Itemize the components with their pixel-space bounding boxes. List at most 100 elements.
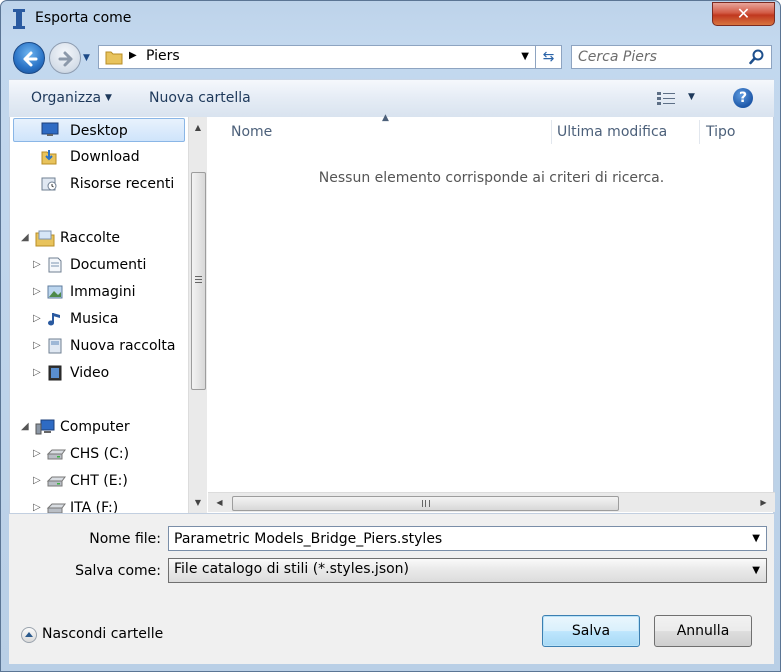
download-folder-icon bbox=[41, 150, 57, 165]
collapse-arrow-icon[interactable]: ◢ bbox=[21, 227, 29, 249]
scroll-right-icon[interactable]: ▶ bbox=[755, 495, 772, 511]
expand-arrow-icon[interactable]: ▷ bbox=[33, 470, 41, 492]
file-name-combo[interactable]: ▼ bbox=[168, 526, 767, 551]
sidebar-item-download[interactable]: Download bbox=[13, 145, 185, 169]
help-icon[interactable]: ? bbox=[733, 88, 753, 108]
column-divider[interactable] bbox=[699, 120, 700, 144]
sidebar-item-drive-f[interactable]: ▷ ITA (F:) bbox=[13, 496, 185, 513]
expand-arrow-icon[interactable]: ▷ bbox=[33, 362, 41, 384]
search-input[interactable] bbox=[578, 48, 748, 66]
library-icon bbox=[48, 338, 62, 354]
sidebar-item-label: ITA (F:) bbox=[70, 500, 119, 513]
expand-arrow-icon[interactable]: ▷ bbox=[33, 254, 41, 276]
sidebar-item-drive-c[interactable]: ▷ CHS (C:) bbox=[13, 442, 185, 466]
column-header-name[interactable]: Nome bbox=[231, 117, 272, 147]
sidebar-item-music[interactable]: ▷ Musica bbox=[13, 307, 185, 331]
grip-icon bbox=[422, 500, 430, 507]
recent-places-icon bbox=[41, 177, 57, 191]
view-options-dropdown-icon[interactable]: ▼ bbox=[688, 92, 695, 102]
search-icon[interactable] bbox=[749, 49, 765, 65]
new-folder-button[interactable]: Nuova cartella bbox=[149, 90, 251, 106]
scroll-up-icon[interactable]: ▲ bbox=[189, 119, 207, 136]
forward-button[interactable] bbox=[49, 42, 81, 74]
refresh-button[interactable]: ⇆ bbox=[536, 45, 562, 69]
sidebar-item-desktop[interactable]: Desktop bbox=[13, 118, 185, 142]
back-button[interactable] bbox=[13, 42, 45, 74]
expand-arrow-icon[interactable]: ▷ bbox=[33, 335, 41, 357]
column-header-modified[interactable]: Ultima modifica bbox=[557, 117, 667, 147]
view-options-icon[interactable] bbox=[656, 91, 676, 107]
expand-arrow-icon[interactable]: ▷ bbox=[33, 308, 41, 330]
expand-arrow-icon[interactable]: ▷ bbox=[33, 281, 41, 303]
sort-ascending-icon: ▲ bbox=[382, 113, 389, 123]
sidebar-item-drive-e[interactable]: ▷ CHT (E:) bbox=[13, 469, 185, 493]
sidebar-item-label: Nuova raccolta bbox=[70, 338, 176, 354]
scroll-left-icon[interactable]: ◀ bbox=[211, 495, 228, 511]
arrow-left-icon bbox=[23, 51, 38, 67]
sidebar-item-label: Video bbox=[70, 365, 110, 381]
scrollbar-thumb[interactable] bbox=[232, 496, 619, 511]
sidebar-item-images[interactable]: ▷ Immagini bbox=[13, 280, 185, 304]
app-icon bbox=[13, 9, 25, 29]
chevron-down-icon[interactable]: ▼ bbox=[752, 565, 760, 576]
sidebar-item-video[interactable]: ▷ Video bbox=[13, 361, 185, 385]
folder-icon bbox=[105, 51, 123, 65]
chevron-down-icon: ▼ bbox=[105, 93, 112, 103]
window-title: Esporta come bbox=[35, 10, 132, 26]
file-name-input[interactable] bbox=[174, 529, 734, 548]
breadcrumb-current[interactable]: Piers bbox=[146, 48, 180, 64]
hard-drive-icon bbox=[46, 449, 66, 460]
column-header-type[interactable]: Tipo bbox=[706, 117, 735, 147]
column-divider[interactable] bbox=[551, 120, 552, 144]
save-as-label: Salva come: bbox=[75, 563, 161, 579]
sidebar-item-new-library[interactable]: ▷ Nuova raccolta bbox=[13, 334, 185, 358]
save-form: Nome file: ▼ Salva come: File catalogo d… bbox=[9, 514, 774, 664]
dialog-window: Esporta come ✕ ▼ ▶ Piers ▼ ⇆ Organizza▼ bbox=[0, 0, 781, 672]
arrow-right-icon bbox=[58, 51, 73, 67]
sidebar-item-computer[interactable]: ◢ Computer bbox=[13, 415, 185, 439]
refresh-icon: ⇆ bbox=[542, 49, 555, 65]
sidebar-item-label: Immagini bbox=[70, 284, 136, 300]
sidebar-item-label: Documenti bbox=[70, 257, 147, 273]
music-icon bbox=[48, 313, 60, 326]
sidebar-item-label: CHT (E:) bbox=[70, 473, 128, 489]
navigation-scrollbar[interactable]: ▲ ▼ bbox=[188, 117, 207, 513]
file-name-label: Nome file: bbox=[89, 531, 161, 547]
recent-pages-dropdown-icon[interactable]: ▼ bbox=[83, 53, 90, 63]
sidebar-item-label: Computer bbox=[60, 419, 130, 435]
breadcrumb-separator-icon[interactable]: ▶ bbox=[129, 50, 137, 61]
expand-arrow-icon[interactable]: ▷ bbox=[33, 497, 41, 513]
title-bar[interactable]: Esporta come ✕ bbox=[1, 1, 780, 37]
desktop-icon bbox=[41, 122, 59, 136]
sidebar-item-libraries[interactable]: ◢ Raccolte bbox=[13, 226, 185, 250]
sidebar-item-label: Musica bbox=[70, 311, 119, 327]
horizontal-scrollbar[interactable]: ◀ ▶ bbox=[208, 492, 775, 512]
hide-folders-label: Nascondi cartelle bbox=[42, 626, 164, 642]
expand-arrow-icon[interactable]: ▷ bbox=[33, 443, 41, 465]
organize-button[interactable]: Organizza ▼ bbox=[31, 90, 112, 106]
video-icon bbox=[48, 365, 62, 381]
scrollbar-thumb[interactable] bbox=[191, 172, 206, 390]
hard-drive-icon bbox=[46, 503, 66, 513]
documents-icon bbox=[48, 257, 62, 273]
scroll-down-icon[interactable]: ▼ bbox=[189, 494, 207, 511]
pictures-icon bbox=[47, 285, 63, 299]
sidebar-item-recent[interactable]: Risorse recenti bbox=[13, 172, 185, 196]
sidebar-item-label: CHS (C:) bbox=[70, 446, 130, 462]
save-as-type-select[interactable]: File catalogo di stili (*.styles.json) ▼ bbox=[168, 558, 767, 583]
file-list[interactable]: ▲ Nome Ultima modifica Tipo Nessun eleme… bbox=[208, 113, 775, 513]
save-button[interactable]: Salva bbox=[542, 615, 640, 647]
address-dropdown-icon[interactable]: ▼ bbox=[521, 51, 529, 62]
sidebar-item-label: Risorse recenti bbox=[70, 176, 175, 192]
address-bar[interactable]: ▶ Piers ▼ bbox=[98, 45, 536, 69]
libraries-icon bbox=[35, 230, 55, 247]
sidebar-item-label: Desktop bbox=[70, 123, 128, 139]
chevron-down-icon[interactable]: ▼ bbox=[752, 533, 760, 544]
search-box[interactable] bbox=[571, 45, 772, 69]
sidebar-item-documents[interactable]: ▷ Documenti bbox=[13, 253, 185, 277]
collapse-arrow-icon[interactable]: ◢ bbox=[21, 416, 29, 438]
cancel-button[interactable]: Annulla bbox=[654, 615, 752, 647]
close-button[interactable]: ✕ bbox=[712, 2, 775, 26]
empty-list-message: Nessun elemento corrisponde ai criteri d… bbox=[318, 170, 665, 186]
command-toolbar: Organizza ▼ Nuova cartella ▼ ? bbox=[9, 79, 774, 117]
